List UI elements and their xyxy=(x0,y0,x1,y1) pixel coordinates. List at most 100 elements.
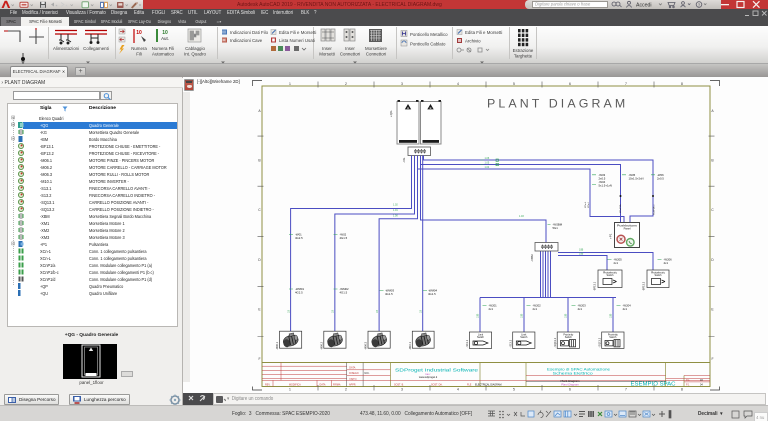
svg-text:-S13.2: -S13.2 xyxy=(508,339,512,347)
svg-text:Edita Fili e Morsetti: Edita Fili e Morsetti xyxy=(465,30,502,35)
svg-text:3: 3 xyxy=(401,82,403,86)
svg-text:-S13.1: -S13.1 xyxy=(465,339,469,347)
svg-text:APPR.: APPR. xyxy=(349,384,357,387)
svg-text:Fili: Fili xyxy=(136,52,142,57)
svg-text:Morsettiere: Morsettiere xyxy=(365,46,388,51)
svg-text:Morsetti: Morsetti xyxy=(319,52,335,57)
svg-text:Plant Diagram: Plant Diagram xyxy=(561,382,579,386)
svg-text:Estrazione: Estrazione xyxy=(513,48,534,53)
svg-text:-M06.3: -M06.3 xyxy=(364,341,368,350)
svg-text:1.04: 1.04 xyxy=(485,166,490,169)
svg-text:DATA: DATA xyxy=(320,384,326,387)
svg-text:1: 1 xyxy=(289,82,291,86)
svg-text:-XBM: -XBM xyxy=(530,254,534,262)
svg-text:Switch: Switch xyxy=(477,336,485,339)
svg-text:SOST. DA.: SOST. DA. xyxy=(431,384,443,387)
svg-text:4: 4 xyxy=(457,82,459,86)
svg-text:-M06.1: -M06.1 xyxy=(275,341,279,350)
svg-text:4x1: 4x1 xyxy=(623,307,628,311)
svg-text:Ponticello Cablato: Ponticello Cablato xyxy=(410,42,446,47)
svg-text:B: B xyxy=(258,159,261,163)
svg-text:10B: 10B xyxy=(477,313,480,318)
svg-text:XCn-L: XCn-L xyxy=(585,201,587,208)
svg-text:VISTO: VISTO xyxy=(349,378,356,381)
svg-text:Switch: Switch xyxy=(606,274,614,277)
svg-text:10x1.5+2xN: 10x1.5+2xN xyxy=(629,177,644,181)
svg-text:10: 10 xyxy=(136,30,142,36)
svg-text:Numera: Numera xyxy=(131,46,147,51)
svg-text:1.02: 1.02 xyxy=(393,204,398,207)
svg-text:6: 6 xyxy=(569,388,571,392)
svg-text:1B: 1B xyxy=(287,310,290,313)
svg-text:Numera Fili: Numera Fili xyxy=(152,46,174,51)
svg-text:Inser: Inser xyxy=(322,46,332,51)
svg-text:4x1: 4x1 xyxy=(664,261,669,265)
svg-text:Archivio: Archivio xyxy=(465,39,481,44)
svg-text:4G1.5: 4G1.5 xyxy=(340,291,348,295)
svg-text:A: A xyxy=(711,109,714,113)
svg-text:D: D xyxy=(711,258,714,262)
svg-text:1B: 1B xyxy=(332,310,335,313)
svg-text:DISEGN: DISEGN xyxy=(349,372,358,375)
svg-text:PLANT DIAGRAM: PLANT DIAGRAM xyxy=(487,97,628,111)
svg-text:-M10.1: -M10.1 xyxy=(408,341,412,350)
svg-text:Switch: Switch xyxy=(565,336,573,339)
svg-text:1B: 1B xyxy=(376,310,379,313)
svg-text:1.06: 1.06 xyxy=(485,157,490,160)
svg-text:10B: 10B xyxy=(579,249,584,252)
svg-text:Connettori: Connettori xyxy=(366,52,386,57)
svg-text:Aut.: Aut. xyxy=(161,36,169,41)
svg-text:-SQ13.1: -SQ13.1 xyxy=(553,337,557,347)
svg-text:Indicazioni Dati Filo: Indicazioni Dati Filo xyxy=(230,30,269,35)
svg-text:5: 5 xyxy=(513,82,515,86)
svg-text:Inser: Inser xyxy=(345,46,355,51)
svg-text:2: 2 xyxy=(345,388,347,392)
svg-text:5G1: 5G1 xyxy=(553,226,559,230)
svg-text:ESEMPIO SPAC: ESEMPIO SPAC xyxy=(631,382,676,388)
svg-text:7: 7 xyxy=(625,82,627,86)
svg-text:8: 8 xyxy=(681,82,683,86)
svg-text:4G1.5: 4G1.5 xyxy=(340,236,348,240)
svg-text:4G1.5: 4G1.5 xyxy=(385,292,393,296)
svg-text:1: 1 xyxy=(289,388,291,392)
svg-text:C: C xyxy=(711,208,714,212)
svg-text:+QG: +QG xyxy=(389,110,393,117)
svg-text:ELECTRICAL DIAGRAM: ELECTRICAL DIAGRAM xyxy=(475,384,501,387)
svg-text:2x1: 2x1 xyxy=(614,261,619,265)
svg-text:1.03: 1.03 xyxy=(519,215,524,218)
svg-text:2x1: 2x1 xyxy=(489,307,494,311)
svg-text:1.05: 1.05 xyxy=(485,162,490,165)
svg-text:M.C.: M.C. xyxy=(365,372,370,375)
svg-text:Panel: Panel xyxy=(624,227,631,231)
svg-text:MODIFICA: MODIFICA xyxy=(289,384,301,387)
svg-text:+P1: +P1 xyxy=(609,233,613,239)
svg-text:10B: 10B xyxy=(565,313,568,318)
svg-text:10B: 10B xyxy=(579,253,584,256)
svg-text:REV.: REV. xyxy=(265,384,271,387)
svg-text:Targhette: Targhette xyxy=(514,54,533,59)
svg-text:C: C xyxy=(258,208,261,212)
svg-text:Edita Fili e Morsetti: Edita Fili e Morsetti xyxy=(279,30,316,35)
svg-text:8: 8 xyxy=(681,388,683,392)
svg-text:F: F xyxy=(711,357,713,361)
svg-text:XCnP1/b-c: XCnP1/b-c xyxy=(654,204,656,215)
svg-text:Connettori: Connettori xyxy=(340,52,360,57)
svg-text:-SQ13.2: -SQ13.2 xyxy=(597,337,601,347)
svg-text:XCnP1/b: XCnP1/b xyxy=(620,203,622,213)
svg-text:10B: 10B xyxy=(521,313,524,318)
svg-text:4G2.5: 4G2.5 xyxy=(295,291,303,295)
svg-text:4G1.5: 4G1.5 xyxy=(428,292,436,296)
svg-text:Int. Quadro: Int. Quadro xyxy=(184,52,207,57)
svg-text:5: 5 xyxy=(513,388,515,392)
svg-text:1.00: 1.00 xyxy=(393,215,398,218)
svg-text:6: 6 xyxy=(569,82,571,86)
svg-text:-BF13.1: -BF13.1 xyxy=(593,281,597,291)
svg-text:E: E xyxy=(711,308,714,312)
svg-text:4x1: 4x1 xyxy=(578,307,583,311)
svg-text:1.01: 1.01 xyxy=(393,209,398,212)
svg-text:Automatico: Automatico xyxy=(152,52,175,57)
svg-text:D: D xyxy=(258,258,261,262)
svg-text:1B: 1B xyxy=(419,310,422,313)
svg-text:-BF13.2: -BF13.2 xyxy=(642,281,646,291)
svg-text:SOST. B.: SOST. B. xyxy=(394,384,404,387)
